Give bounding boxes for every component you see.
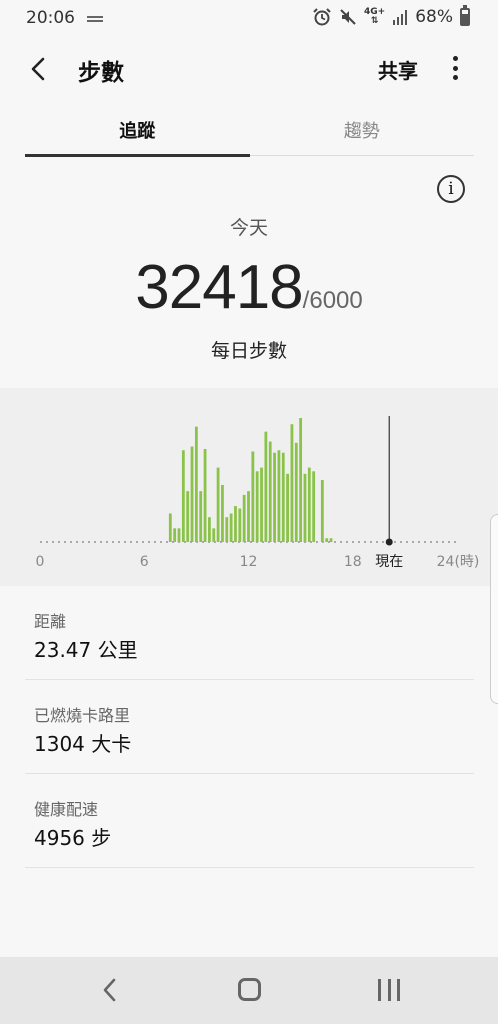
network-type-icon: 4G+ ⇅ bbox=[364, 7, 386, 26]
status-time: 20:06 bbox=[26, 8, 75, 28]
chart-tick-label: 24(時) bbox=[437, 554, 480, 570]
chart-bar bbox=[286, 473, 289, 542]
chart-bar bbox=[186, 491, 190, 542]
chart-bar bbox=[255, 471, 259, 542]
info-icon[interactable]: i bbox=[437, 175, 465, 203]
battery-icon bbox=[460, 5, 470, 26]
step-count: 32418/6000 bbox=[0, 252, 498, 323]
chart-bar bbox=[260, 467, 263, 542]
now-marker-dot bbox=[385, 538, 393, 546]
notification-icon bbox=[87, 16, 103, 22]
chart-bar bbox=[229, 513, 233, 542]
edge-panel-handle[interactable] bbox=[490, 514, 498, 704]
chart-bar bbox=[281, 452, 285, 542]
chart-bar bbox=[181, 450, 185, 542]
chart-bar bbox=[234, 506, 237, 542]
chart-bar bbox=[268, 441, 272, 542]
chart-bar bbox=[221, 484, 224, 542]
chart-bar bbox=[294, 442, 298, 542]
step-goal: /6000 bbox=[302, 287, 363, 314]
chart-bar bbox=[212, 528, 216, 542]
stat-label: 健康配速 bbox=[34, 800, 99, 819]
stat-label: 距離 bbox=[34, 612, 67, 631]
chart-bar bbox=[173, 528, 177, 542]
system-nav-bar bbox=[0, 957, 498, 1024]
chart-tick-label: 現在 bbox=[375, 554, 403, 570]
nav-home-icon[interactable] bbox=[238, 978, 261, 1001]
nav-back-icon[interactable] bbox=[98, 977, 122, 1003]
chart-svg: 0 6 12 18 現在 24(時) bbox=[36, 416, 480, 570]
chart-bar bbox=[168, 513, 172, 542]
alarm-icon bbox=[313, 8, 331, 26]
chart-bar bbox=[216, 467, 220, 542]
chart-bar bbox=[251, 451, 255, 542]
chart-bar bbox=[290, 424, 294, 542]
back-arrow-icon[interactable] bbox=[22, 52, 56, 86]
chart-bar bbox=[303, 473, 307, 542]
battery-percent: 68% bbox=[415, 7, 453, 27]
chart-bar bbox=[203, 449, 207, 542]
signal-icon bbox=[393, 10, 408, 25]
share-button[interactable]: 共享 bbox=[378, 55, 418, 84]
steps-caption: 每日步數 bbox=[210, 340, 287, 362]
nav-recent-apps-icon[interactable] bbox=[378, 979, 400, 1001]
chart-bar bbox=[242, 494, 246, 542]
chart-bar bbox=[208, 517, 211, 542]
chart-bar bbox=[225, 517, 229, 542]
chart-bar bbox=[273, 452, 276, 542]
stat-calories: 已燃燒卡路里 1304 大卡 bbox=[25, 680, 474, 774]
chart-tick-label: 6 bbox=[140, 554, 149, 570]
chart-bar bbox=[264, 431, 268, 542]
step-count-value: 32418 bbox=[135, 253, 303, 322]
network-type-label: 4G+ bbox=[364, 7, 386, 17]
stat-value: 23.47 公里 bbox=[34, 638, 138, 662]
chart-tick-label: 0 bbox=[36, 554, 45, 570]
chart-tick-label: 18 bbox=[344, 554, 362, 570]
chart-bar bbox=[325, 538, 329, 542]
chart-bar bbox=[299, 418, 303, 542]
chart-bar bbox=[277, 450, 281, 542]
chart-bar bbox=[194, 426, 198, 542]
stats-list: 距離 23.47 公里 已燃燒卡路里 1304 大卡 健康配速 4956 步 bbox=[0, 586, 498, 956]
status-bar: 20:06 4G+ ⇅ 68% bbox=[0, 0, 498, 36]
chart-bar bbox=[177, 528, 181, 542]
chart-bar bbox=[199, 491, 203, 542]
chart-tick-label: 12 bbox=[240, 554, 258, 570]
chart-bar bbox=[238, 508, 242, 542]
stat-value: 4956 步 bbox=[34, 826, 112, 850]
tab-trends[interactable]: 趨勢 bbox=[250, 106, 475, 155]
tab-tracking[interactable]: 追蹤 bbox=[25, 106, 250, 157]
hourly-steps-chart[interactable]: 0 6 12 18 現在 24(時) bbox=[0, 388, 498, 586]
stat-value: 1304 大卡 bbox=[34, 732, 132, 756]
status-icons: 4G+ ⇅ 68% bbox=[312, 5, 470, 27]
app-bar: 步數 共享 bbox=[0, 44, 498, 92]
more-options-icon[interactable] bbox=[448, 53, 462, 83]
chart-bar bbox=[320, 480, 324, 542]
mute-icon bbox=[340, 9, 356, 25]
chart-bar bbox=[307, 467, 311, 542]
tab-bar: 追蹤 趨勢 bbox=[25, 106, 475, 157]
chart-bar bbox=[312, 471, 316, 542]
page-title: 步數 bbox=[78, 60, 124, 86]
chart-bar bbox=[190, 446, 194, 542]
chart-bar bbox=[329, 538, 333, 542]
stat-distance: 距離 23.47 公里 bbox=[25, 586, 474, 680]
stat-label: 已燃燒卡路里 bbox=[34, 706, 131, 725]
period-label: 今天 bbox=[229, 217, 268, 239]
chart-bar bbox=[247, 491, 250, 542]
stat-healthy-pace: 健康配速 4956 步 bbox=[25, 774, 474, 868]
